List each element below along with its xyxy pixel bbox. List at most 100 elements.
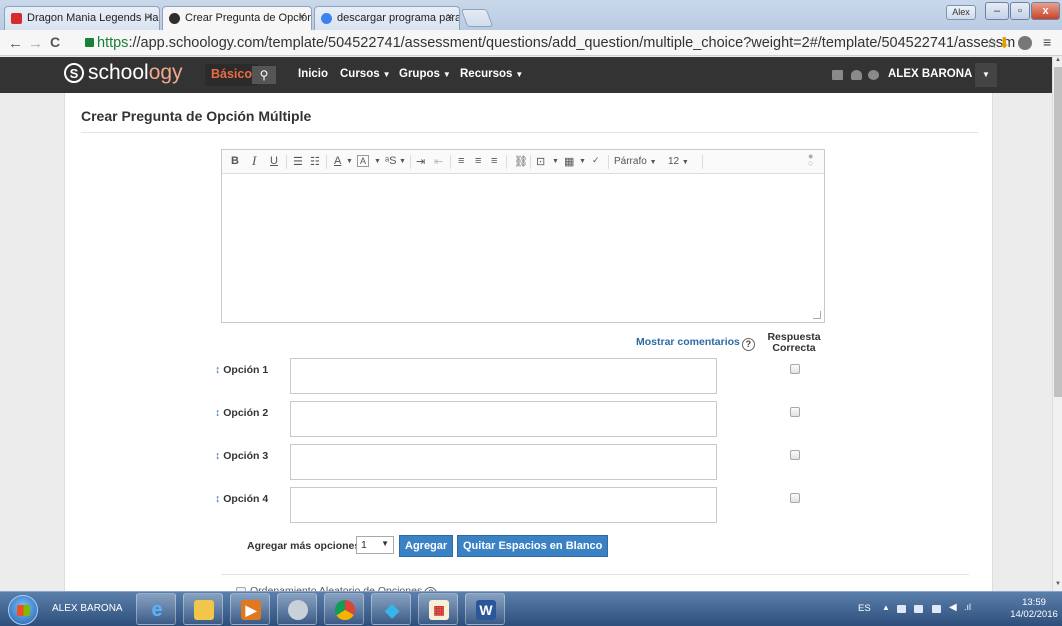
basico-badge[interactable]: Básico xyxy=(205,64,258,86)
caret-down-icon[interactable]: ▼ xyxy=(399,158,406,165)
download-icon[interactable]: ⬇ xyxy=(998,34,1011,52)
battery-icon[interactable] xyxy=(914,605,923,613)
remove-blank-spaces-button[interactable]: Quitar Espacios en Blanco xyxy=(457,535,609,557)
option-input-1[interactable] xyxy=(290,358,717,394)
highlight-color-icon[interactable]: A xyxy=(357,155,370,167)
more-options-select[interactable]: 1 ▼ xyxy=(356,536,394,554)
url-field[interactable]: https://app.schoology.com/template/50452… xyxy=(85,33,1015,53)
network-signal-icon[interactable]: .ıl xyxy=(964,602,971,612)
scroll-up-icon[interactable]: ▲ xyxy=(1053,57,1062,66)
reload-icon[interactable]: C xyxy=(50,34,60,50)
window-close-button[interactable]: x xyxy=(1031,2,1060,20)
align-center-icon[interactable]: ≡ xyxy=(475,155,481,167)
schoology-logo[interactable]: S schoology xyxy=(64,61,183,85)
user-menu-caret-icon[interactable]: ▼ xyxy=(975,63,997,87)
browser-menu-icon[interactable]: ≡ xyxy=(1043,34,1051,50)
taskbar-ie[interactable]: e xyxy=(136,593,176,625)
insert-content-icon[interactable]: ⊡ xyxy=(536,155,545,168)
drag-handle-icon[interactable]: ↕ xyxy=(215,450,220,462)
forward-arrow-icon[interactable]: → xyxy=(28,35,43,52)
taskbar-media-player[interactable]: ▶ xyxy=(230,593,270,625)
outdent-icon[interactable]: ⇤ xyxy=(434,155,443,168)
taskbar-explorer[interactable] xyxy=(183,593,223,625)
font-size-select[interactable]: 12 ▼ xyxy=(668,156,689,167)
taskbar-dvd[interactable] xyxy=(277,593,317,625)
correct-checkbox-1[interactable] xyxy=(790,364,800,374)
option-input-2[interactable] xyxy=(290,401,717,437)
google-favicon-icon xyxy=(321,13,332,24)
new-tab-button[interactable] xyxy=(460,9,494,27)
text-color-icon[interactable]: A xyxy=(334,155,341,167)
align-left-icon[interactable]: ≡ xyxy=(458,155,464,167)
taskbar-user[interactable]: ALEX BARONA xyxy=(52,603,123,614)
help-icon[interactable]: ? xyxy=(741,338,755,351)
back-arrow-icon[interactable]: ← xyxy=(8,35,23,52)
drag-handle-icon[interactable]: ↕ xyxy=(215,493,220,505)
bookmark-star-icon[interactable]: ☆ xyxy=(985,34,998,52)
language-indicator[interactable]: ES xyxy=(858,603,871,614)
toolbar-toggle-icon[interactable]: ● ○ xyxy=(808,152,813,168)
numbered-list-icon[interactable]: ☷ xyxy=(310,155,320,168)
notifications-icon[interactable] xyxy=(868,70,879,80)
drag-handle-icon[interactable]: ↕ xyxy=(215,364,220,376)
correct-checkbox-2[interactable] xyxy=(790,407,800,417)
minimize-button[interactable]: – xyxy=(985,2,1009,20)
caret-down-icon: ▼ xyxy=(515,70,524,79)
taskbar-chrome[interactable] xyxy=(324,593,364,625)
taskbar-app-grid[interactable]: ▦ xyxy=(418,593,458,625)
search-icon[interactable]: ⚲ xyxy=(252,66,276,84)
drag-handle-icon[interactable]: ↕ xyxy=(215,407,220,419)
add-button[interactable]: Agregar xyxy=(399,535,454,557)
nav-inicio[interactable]: Inicio xyxy=(298,68,328,80)
nav-grupos[interactable]: Grupos ▼ xyxy=(399,68,451,80)
tab-crear-pregunta[interactable]: Crear Pregunta de Opción × xyxy=(162,6,312,31)
nav-recursos[interactable]: Recursos ▼ xyxy=(460,68,523,80)
system-clock[interactable]: 13:59 14/02/2016 xyxy=(1010,597,1058,621)
question-editor[interactable]: B I U ☰ ☷ A ▼ A ▼ ᵃS ▼ ⇥ ⇤ ≡ ≡ ≡ ⛓ ⊡ ▼ ▦ xyxy=(221,149,825,323)
tab-dragon-mania[interactable]: Dragon Mania Legends Ha × xyxy=(4,6,160,30)
close-tab-icon[interactable]: × xyxy=(299,11,305,23)
resize-handle-icon[interactable] xyxy=(813,311,821,319)
requests-icon[interactable] xyxy=(851,70,862,80)
correct-checkbox-4[interactable] xyxy=(790,493,800,503)
scrollbar-thumb[interactable] xyxy=(1054,67,1062,397)
start-button[interactable] xyxy=(8,595,38,625)
align-right-icon[interactable]: ≡ xyxy=(491,155,497,167)
maximize-button[interactable]: ▫ xyxy=(1010,2,1030,20)
option-input-4[interactable] xyxy=(290,487,717,523)
correct-answer-header: Respuesta Correcta xyxy=(767,331,821,354)
caret-down-icon[interactable]: ▼ xyxy=(579,158,586,165)
scroll-down-icon[interactable]: ▼ xyxy=(1053,581,1062,590)
show-hidden-icons-icon[interactable]: ▲ xyxy=(882,603,890,612)
indent-icon[interactable]: ⇥ xyxy=(416,155,425,168)
nav-cursos[interactable]: Cursos ▼ xyxy=(340,68,391,80)
flag-icon[interactable] xyxy=(932,605,941,613)
bold-button[interactable]: B xyxy=(231,155,239,167)
tab-descargar-programa[interactable]: descargar programa para × xyxy=(314,6,460,30)
messages-icon[interactable] xyxy=(832,70,843,80)
caret-down-icon[interactable]: ▼ xyxy=(374,158,381,165)
special-format-icon[interactable]: ᵃS xyxy=(385,155,396,167)
caret-down-icon[interactable]: ▼ xyxy=(552,158,559,165)
show-comments-link[interactable]: Mostrar comentarios? xyxy=(636,336,755,351)
volume-icon[interactable]: ◀ xyxy=(949,602,957,613)
caret-down-icon[interactable]: ▼ xyxy=(346,158,353,165)
correct-checkbox-3[interactable] xyxy=(790,450,800,460)
paragraph-select[interactable]: Párrafo ▼ xyxy=(614,156,657,167)
close-tab-icon[interactable]: × xyxy=(447,11,453,23)
option-input-3[interactable] xyxy=(290,444,717,480)
underline-button[interactable]: U xyxy=(270,155,278,167)
bullet-list-icon[interactable]: ☰ xyxy=(293,155,303,168)
spellcheck-icon[interactable]: ✓ xyxy=(592,155,600,166)
taskbar-kodi[interactable]: ◆ xyxy=(371,593,411,625)
extension-icon[interactable] xyxy=(1018,36,1032,50)
user-name[interactable]: ALEX BARONA xyxy=(888,68,972,80)
profile-chip[interactable]: Alex xyxy=(946,5,976,20)
italic-button[interactable]: I xyxy=(252,153,256,169)
table-icon[interactable]: ▦ xyxy=(564,155,574,168)
close-tab-icon[interactable]: × xyxy=(147,11,153,23)
tray-app-icon[interactable] xyxy=(897,605,906,613)
taskbar-word[interactable]: W xyxy=(465,593,505,625)
page-scrollbar[interactable]: ▲ ▼ xyxy=(1052,57,1062,591)
link-icon[interactable]: ⛓ xyxy=(514,155,528,168)
